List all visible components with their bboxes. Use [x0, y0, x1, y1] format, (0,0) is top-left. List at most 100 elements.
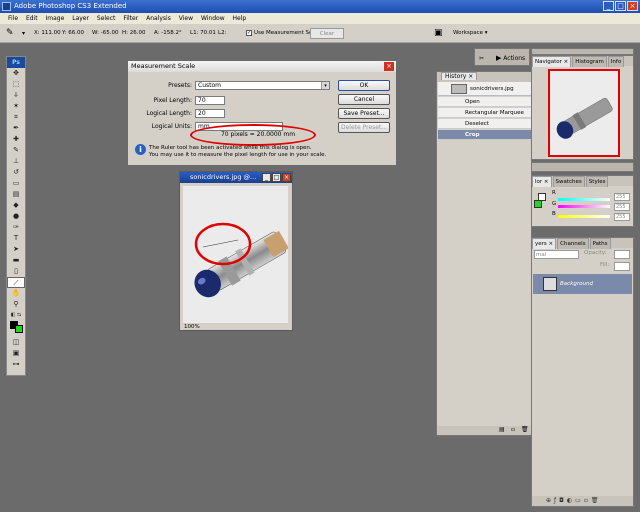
menu-select[interactable]: Select: [97, 15, 116, 22]
new-group-icon[interactable]: ▭: [575, 497, 584, 504]
new-document-icon[interactable]: ▫: [511, 426, 515, 433]
tool-preset-dropdown-icon[interactable]: ▾: [22, 24, 25, 43]
pixel-length-input[interactable]: 70: [195, 96, 225, 105]
document-canvas[interactable]: [183, 186, 288, 323]
fill-input[interactable]: [614, 262, 630, 271]
presets-select[interactable]: Custom ▾: [195, 81, 330, 90]
lasso-tool-icon[interactable]: ↆ: [7, 90, 25, 101]
layers-tab-bar: yers × Channels Paths: [532, 238, 633, 249]
tab-info[interactable]: Info: [607, 56, 625, 67]
history-step[interactable]: Deselect: [438, 119, 531, 129]
clear-button[interactable]: Clear: [310, 28, 344, 39]
menu-file[interactable]: File: [8, 15, 18, 22]
eyedropper-tool-icon[interactable]: ✒: [7, 123, 25, 134]
doc-maximize-button[interactable]: □: [272, 173, 281, 182]
menu-view[interactable]: View: [179, 15, 193, 22]
ruler-tool-icon[interactable]: ✎: [6, 24, 14, 43]
doc-minimize-button[interactable]: _: [262, 173, 271, 182]
tool-options-icon[interactable]: ▣: [434, 24, 443, 43]
blend-mode-select[interactable]: mal: [534, 250, 579, 259]
gradient-tool-icon[interactable]: ▤: [7, 189, 25, 200]
history-snapshot[interactable]: sonicdrivers.jpg: [438, 82, 531, 96]
notes-tool-icon[interactable]: ▯: [7, 266, 25, 277]
color-background-swatch[interactable]: [534, 200, 542, 208]
layer-mask-icon[interactable]: ◘: [559, 497, 567, 504]
type-tool-icon[interactable]: T: [7, 233, 25, 244]
adjustment-layer-icon[interactable]: ◐: [567, 497, 575, 504]
shape-tool-icon[interactable]: ▬: [7, 255, 25, 266]
blur-tool-icon[interactable]: ◆: [7, 200, 25, 211]
tab-swatches[interactable]: Swatches: [552, 176, 585, 187]
crop-tool-icon[interactable]: ⌗: [7, 112, 25, 123]
screen-mode-icon[interactable]: ▣: [7, 348, 25, 359]
maximize-button[interactable]: □: [615, 1, 626, 11]
delete-preset-button[interactable]: Delete Preset...: [338, 122, 390, 133]
cancel-button[interactable]: Cancel: [338, 94, 390, 105]
new-layer-icon[interactable]: ▫: [584, 497, 591, 504]
minimize-button[interactable]: _: [603, 1, 614, 11]
clone-stamp-tool-icon[interactable]: ⊥: [7, 156, 25, 167]
history-step-selected[interactable]: Crop: [438, 130, 531, 140]
history-step[interactable]: Open: [438, 97, 531, 107]
red-value[interactable]: 255: [614, 193, 630, 201]
doc-close-button[interactable]: ×: [282, 173, 291, 182]
hand-tool-icon[interactable]: ✋: [7, 288, 25, 299]
new-snapshot-icon[interactable]: ▤: [499, 426, 505, 433]
actions-tab[interactable]: Actions: [503, 55, 525, 62]
document-zoom[interactable]: 100%: [184, 324, 200, 330]
green-slider[interactable]: [558, 205, 610, 208]
tab-histogram[interactable]: Histogram: [572, 56, 607, 67]
l2-readout: L2:: [218, 30, 227, 36]
history-tab[interactable]: History ×: [441, 72, 478, 80]
tab-color[interactable]: lor ×: [532, 176, 552, 187]
menu-analysis[interactable]: Analysis: [146, 15, 171, 22]
menu-edit[interactable]: Edit: [26, 15, 38, 22]
eraser-tool-icon[interactable]: ▭: [7, 178, 25, 189]
tab-paths[interactable]: Paths: [589, 238, 611, 249]
background-color-swatch[interactable]: [15, 325, 23, 333]
default-colors-icon[interactable]: ◧ ⇆: [7, 310, 25, 321]
actions-play-icon[interactable]: ▶: [496, 54, 501, 62]
green-value[interactable]: 255: [614, 203, 630, 211]
tab-channels[interactable]: Channels: [557, 238, 589, 249]
menu-layer[interactable]: Layer: [72, 15, 89, 22]
history-brush-tool-icon[interactable]: ↺: [7, 167, 25, 178]
brush-tool-icon[interactable]: ✎: [7, 145, 25, 156]
edit-in-imageready-icon[interactable]: ⊶: [7, 359, 25, 370]
navigator-thumbnail[interactable]: [548, 69, 620, 157]
layer-row-background[interactable]: Background: [533, 274, 632, 294]
healing-brush-tool-icon[interactable]: ✚: [7, 134, 25, 145]
opacity-input[interactable]: [614, 250, 630, 259]
tool-presets-icon[interactable]: ✂: [479, 55, 484, 62]
blue-slider[interactable]: [558, 215, 610, 218]
menu-filter[interactable]: Filter: [123, 15, 138, 22]
close-button[interactable]: ×: [627, 1, 638, 11]
tab-navigator[interactable]: Navigator ×: [532, 56, 572, 67]
magic-wand-tool-icon[interactable]: ✶: [7, 101, 25, 112]
dodge-tool-icon[interactable]: ●: [7, 211, 25, 222]
blue-value[interactable]: 255: [614, 213, 630, 221]
tab-layers[interactable]: yers ×: [532, 238, 557, 249]
dialog-close-button[interactable]: ×: [384, 62, 394, 71]
menu-help[interactable]: Help: [233, 15, 247, 22]
ruler-tool-active-icon[interactable]: ⟋: [7, 277, 25, 288]
workspace-button[interactable]: Workspace ▾: [453, 24, 488, 43]
logical-length-label: Logical Length:: [146, 110, 192, 117]
zoom-tool-icon[interactable]: ⚲: [7, 299, 25, 310]
menu-image[interactable]: Image: [46, 15, 65, 22]
history-step[interactable]: Rectangular Marquee: [438, 108, 531, 118]
pen-tool-icon[interactable]: ✑: [7, 222, 25, 233]
logical-length-input[interactable]: 20: [195, 109, 225, 118]
save-preset-button[interactable]: Save Preset...: [338, 108, 390, 119]
link-layers-icon[interactable]: ⊕: [546, 497, 554, 504]
quick-mask-icon[interactable]: ◫: [7, 337, 25, 348]
path-selection-tool-icon[interactable]: ➤: [7, 244, 25, 255]
trash-icon[interactable]: 🗑: [521, 426, 529, 433]
ok-button[interactable]: OK: [338, 80, 390, 91]
move-tool-icon[interactable]: ✥: [7, 68, 25, 79]
menu-window[interactable]: Window: [201, 15, 225, 22]
marquee-tool-icon[interactable]: ⬚: [7, 79, 25, 90]
delete-layer-icon[interactable]: 🗑: [591, 497, 602, 504]
red-slider[interactable]: [558, 198, 610, 201]
tab-styles[interactable]: Styles: [585, 176, 609, 187]
